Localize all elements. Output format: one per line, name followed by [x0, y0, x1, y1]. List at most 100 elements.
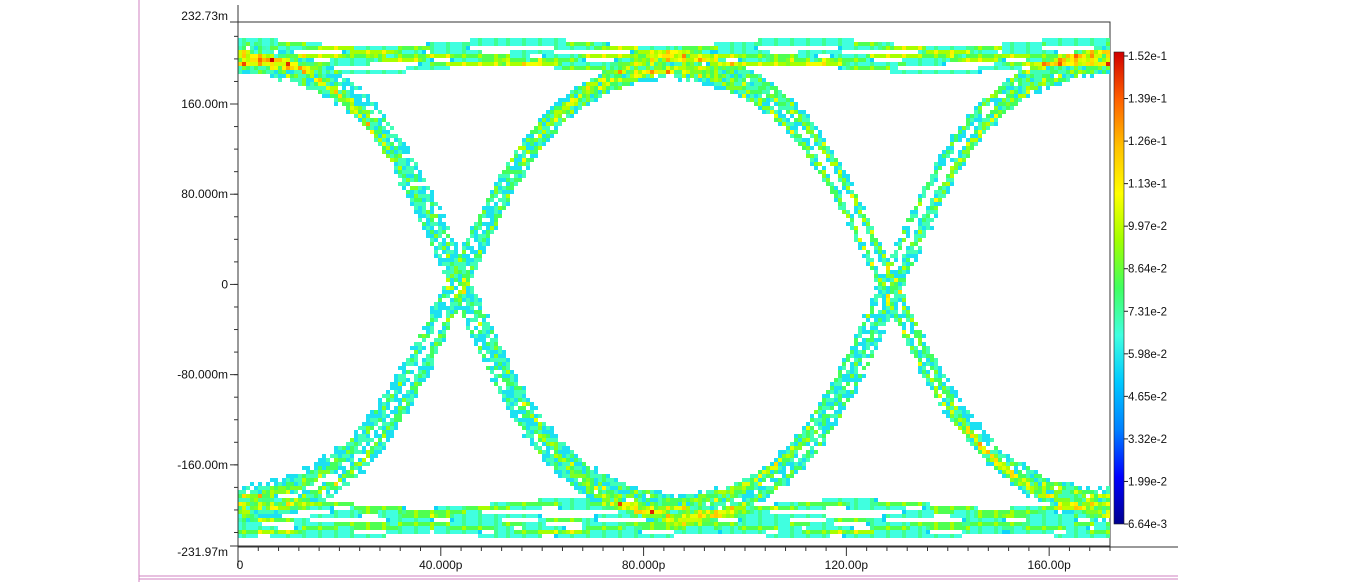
density-cell — [834, 410, 838, 414]
density-cell — [510, 54, 514, 58]
density-cell — [1062, 66, 1066, 70]
density-cell — [366, 58, 370, 62]
density-cell — [526, 166, 530, 170]
density-cell — [498, 362, 502, 366]
density-cell — [746, 90, 750, 94]
density-cell — [458, 290, 462, 294]
density-cell — [786, 98, 790, 102]
density-cell — [310, 470, 314, 474]
density-cell — [554, 102, 558, 106]
density-cell — [906, 338, 910, 342]
density-cell — [294, 498, 298, 502]
density-cell — [1046, 78, 1050, 82]
density-cell — [906, 526, 910, 530]
density-cell — [434, 526, 438, 530]
density-cell — [638, 498, 642, 502]
density-cell — [566, 102, 570, 106]
density-cell — [650, 66, 654, 70]
density-cell — [714, 494, 718, 498]
density-cell — [830, 62, 834, 66]
density-cell — [578, 470, 582, 474]
density-cell — [558, 526, 562, 530]
density-cell — [294, 62, 298, 66]
density-cell — [602, 66, 606, 70]
density-cell — [938, 534, 942, 538]
density-cell — [998, 522, 1002, 526]
density-cell — [518, 58, 522, 62]
density-cell — [490, 226, 494, 230]
density-cell — [934, 190, 938, 194]
density-cell — [702, 58, 706, 62]
density-cell — [642, 506, 646, 510]
density-cell — [854, 518, 858, 522]
density-cell — [578, 474, 582, 478]
density-cell — [1078, 70, 1082, 74]
density-cell — [918, 50, 922, 54]
density-cell — [958, 506, 962, 510]
density-cell — [574, 518, 578, 522]
density-cell — [862, 242, 866, 246]
density-cell — [470, 290, 474, 294]
density-cell — [442, 326, 446, 330]
density-cell — [474, 522, 478, 526]
density-cell — [990, 454, 994, 458]
density-cell — [466, 270, 470, 274]
density-cell — [346, 54, 350, 58]
density-cell — [374, 50, 378, 54]
density-cell — [486, 226, 490, 230]
density-cell — [750, 90, 754, 94]
density-cell — [958, 70, 962, 74]
density-cell — [458, 530, 462, 534]
density-cell — [482, 314, 486, 318]
density-cell — [1026, 522, 1030, 526]
density-cell — [478, 214, 482, 218]
density-cell — [434, 522, 438, 526]
density-cell — [1054, 62, 1058, 66]
density-cell — [442, 530, 446, 534]
density-cell — [470, 230, 474, 234]
density-cell — [1010, 98, 1014, 102]
density-cell — [470, 530, 474, 534]
density-cell — [1102, 50, 1106, 54]
density-cell — [286, 518, 290, 522]
density-cell — [782, 114, 786, 118]
density-cell — [766, 50, 770, 54]
density-cell — [874, 46, 878, 50]
density-cell — [950, 46, 954, 50]
density-cell — [886, 306, 890, 310]
density-cell — [862, 506, 866, 510]
density-cell — [946, 182, 950, 186]
density-cell — [558, 98, 562, 102]
density-cell — [358, 438, 362, 442]
density-cell — [470, 310, 474, 314]
density-cell — [986, 122, 990, 126]
density-cell — [982, 450, 986, 454]
density-cell — [302, 498, 306, 502]
density-cell — [526, 534, 530, 538]
density-cell — [1010, 474, 1014, 478]
density-cell — [478, 530, 482, 534]
density-cell — [318, 70, 322, 74]
density-cell — [1010, 50, 1014, 54]
density-cell — [582, 54, 586, 58]
density-cell — [730, 486, 734, 490]
density-cell — [814, 418, 818, 422]
density-cell — [834, 402, 838, 406]
density-cell — [898, 70, 902, 74]
density-cell — [470, 234, 474, 238]
density-cell — [658, 54, 662, 58]
density-cell — [598, 94, 602, 98]
density-cell — [382, 418, 386, 422]
density-cell — [430, 238, 434, 242]
density-cell — [1026, 482, 1030, 486]
density-cell — [478, 250, 482, 254]
density-cell — [986, 54, 990, 58]
density-cell — [694, 62, 698, 66]
density-cell — [466, 42, 470, 46]
density-cell — [322, 46, 326, 50]
density-cell — [958, 414, 962, 418]
density-cell — [366, 70, 370, 74]
density-cell — [782, 38, 786, 42]
density-cell — [566, 534, 570, 538]
density-cell — [586, 518, 590, 522]
